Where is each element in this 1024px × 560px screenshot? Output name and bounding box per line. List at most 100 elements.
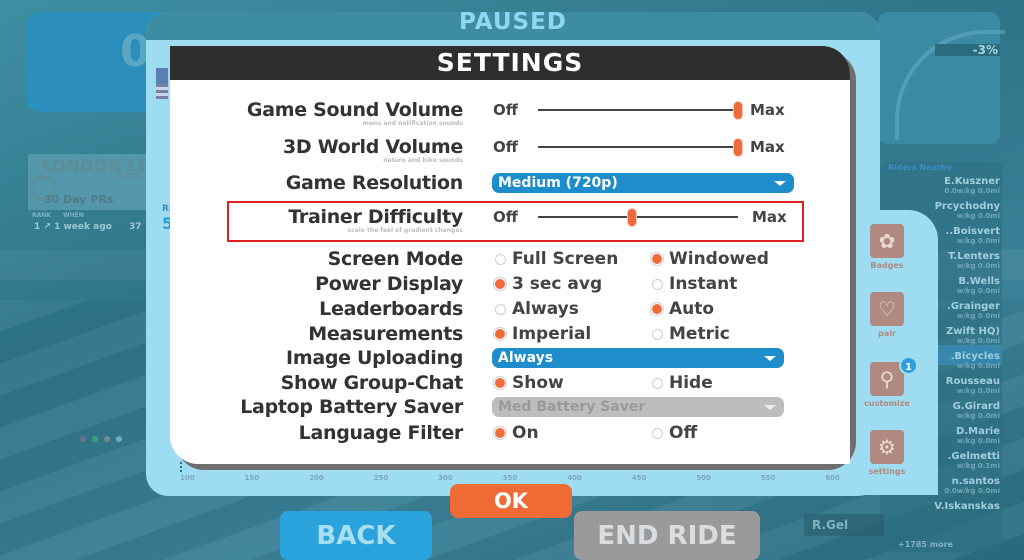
paused-title: PAUSED [459,9,567,35]
segment-col-when: WHEN [63,212,84,219]
rider-row: .Bicycles w/kg 0.0mi [951,351,1000,370]
world-volume-track[interactable] [538,146,738,148]
game-sound-volume-label: Game Sound Volume [246,99,463,121]
rider-name: Zwift HQ) [946,326,1000,337]
radio-option-label: Instant [669,274,738,294]
rider-stats: w/kg 0.0mi [956,237,1000,245]
settings-label: settings [868,467,906,476]
radio-option-label: Hide [669,373,713,393]
image-uploading-row: Image Uploading Always [170,346,850,370]
badges-label: Badges [870,261,904,270]
rider-name: Rousseau [945,376,1000,387]
rider-row: T.Lenters w/kg 0.0mi [948,251,1000,270]
rider-name: .Bicycles [950,351,1000,362]
radio-unselected-icon [652,278,663,290]
pair-button[interactable]: ♡ pair [868,292,906,338]
rider-stats: 0.0w/kg 0.0mi [944,487,1000,495]
pair-label: pair [878,329,896,338]
radio-option[interactable]: Windowed [650,247,769,271]
battery-saver-row: Laptop Battery Saver Med Battery Saver [170,395,850,419]
radio-option-label: Full Screen [512,249,619,269]
radio-option[interactable]: Instant [650,272,737,296]
image-uploading-dropdown[interactable]: Always [492,348,784,368]
page-dots [80,436,122,442]
radio-option-label: Windowed [669,249,769,269]
rider-stats: w/kg 0.0mi [956,212,1000,220]
rider-stats: w/kg 0.0mi [956,337,1000,345]
rider-row: B.Wells w/kg 0.0mi [957,276,1000,295]
axis-tick: 200 [309,474,324,482]
rider-stats: w/kg 0.1mi [956,462,1000,470]
back-button[interactable]: BACK [280,511,432,560]
rider-stats: w/kg 0.0mi [956,437,1000,445]
radio-option[interactable]: 3 sec avg [493,272,602,296]
radio-selected-icon [493,277,507,291]
axis-tick: 450 [631,474,647,482]
rider-row: V.Iskanskas [934,501,1000,512]
radio-option[interactable]: Auto [650,297,714,321]
chevron-down-icon [774,181,786,186]
game-sound-volume-sublabel: menu and notification sounds [362,120,463,127]
rider-name: D.Marie [956,426,1000,437]
page-dot [80,436,86,442]
measurements-row: Measurements Imperial Metric [170,322,850,346]
game-resolution-dropdown[interactable]: Medium (720p) [492,173,794,193]
rider-row: .Grainger w/kg 0.0mi [947,301,1000,320]
game-sound-volume-slider[interactable] [733,101,743,120]
rider-stats: w/kg 0.0mi [956,412,1000,420]
segment-prs-label: 30 Day PRs [44,193,114,206]
battery-saver-dropdown: Med Battery Saver [492,397,784,417]
rider-stats: w/kg 0.0mi [956,387,1000,395]
game-resolution-label: Game Resolution [285,172,464,194]
ok-button[interactable]: OK [450,484,572,518]
radio-option-label: Show [512,373,564,393]
radio-option-label: Auto [669,299,715,319]
radio-option[interactable]: Full Screen [493,247,618,271]
radio-selected-icon [493,376,507,390]
rider-name: E.Kuszner [944,176,1000,187]
world-volume-slider[interactable] [733,138,743,157]
image-uploading-label: Image Uploading [286,347,463,369]
rider-row: E.Kuszner 0.0w/kg 0.0mi [944,176,1000,195]
slider-max-label: Max [750,101,785,119]
radio-option[interactable]: Always [493,297,579,321]
radio-option[interactable]: Imperial [493,322,591,346]
screen-mode-label: Screen Mode [327,248,464,270]
end-ride-button[interactable]: END RIDE [574,511,760,560]
settings-menu-button[interactable]: ⚙ settings [868,430,906,476]
rider-stats: w/kg 0.0mi [956,362,1000,370]
radio-option-label: Metric [669,324,730,344]
rider-row: Zwift HQ) w/kg 0.0mi [946,326,1000,345]
radio-option-label: On [512,423,539,443]
radio-option[interactable]: Hide [650,371,713,395]
badges-button[interactable]: ✿ Badges [868,224,906,270]
riders-nearby-title: Riders Nearby [888,163,952,172]
slider-off-label: Off [493,138,518,156]
radio-option[interactable]: Off [650,421,697,445]
rider-stats: w/kg 0.0mi [956,262,1000,270]
segment-pr-time: 37 [128,222,142,232]
axis-tick: 250 [373,474,389,482]
gradient-readout: -3% [935,44,1000,56]
radio-option[interactable]: On [493,421,539,445]
world-volume-row: 3D World Volume nature and bike sounds O… [170,135,850,164]
screen-mode-row: Screen Mode Full Screen Windowed [170,247,850,271]
segment-pr-rank: 1 [34,222,41,232]
language-filter-row: Language Filter On Off [170,421,850,445]
radio-unselected-icon [652,427,663,439]
radio-option[interactable]: Show [493,371,564,395]
axis-marker [180,462,182,472]
radio-option[interactable]: Metric [650,322,730,346]
radio-unselected-icon [652,328,663,340]
leaderboards-row: Leaderboards Always Auto [170,297,850,321]
rider-name: B.Wells [958,276,1000,287]
game-sound-volume-row: Game Sound Volume menu and notification … [170,98,850,127]
customize-label: customize [864,399,910,408]
gears-icon: ⚙ [870,430,904,464]
page-dot [116,436,122,442]
rider-row: n.santos 0.0w/kg 0.0mi [944,476,1000,495]
trainer-difficulty-highlight [227,201,804,242]
game-sound-volume-track[interactable] [538,109,738,111]
settings-panel: SETTINGS Game Sound Volume menu and noti… [170,46,850,464]
world-volume-label: 3D World Volume [283,136,463,158]
